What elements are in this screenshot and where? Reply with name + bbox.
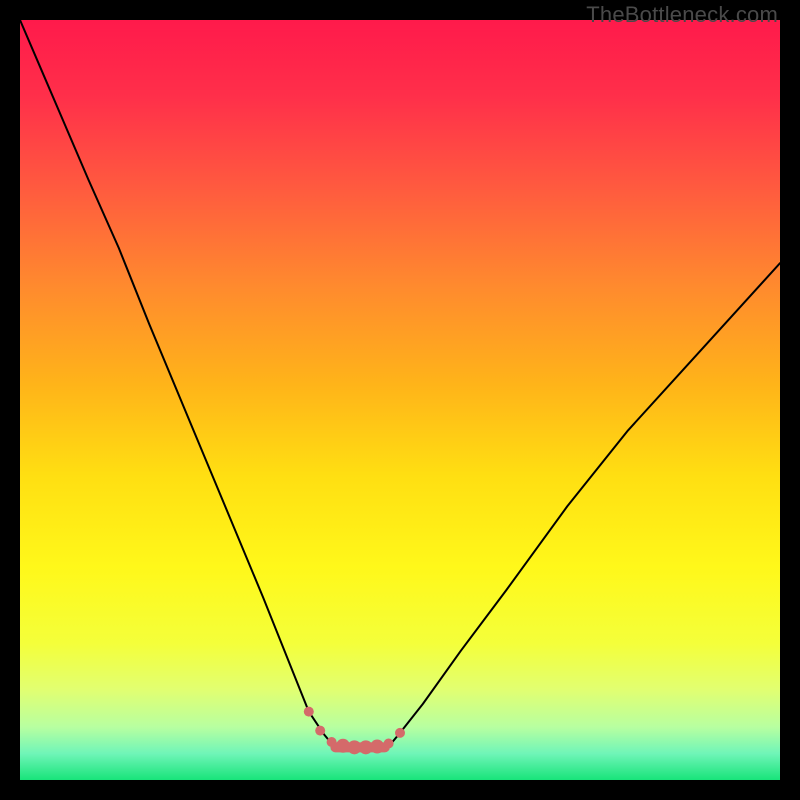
trough-marker bbox=[304, 707, 314, 717]
trough-marker bbox=[395, 728, 405, 738]
trough-marker bbox=[327, 737, 337, 747]
trough-marker bbox=[384, 739, 394, 749]
trough-marker bbox=[370, 740, 384, 754]
chart-background bbox=[20, 20, 780, 780]
outer-frame: TheBottleneck.com bbox=[0, 0, 800, 800]
trough-marker bbox=[315, 726, 325, 736]
chart-plot bbox=[20, 20, 780, 780]
